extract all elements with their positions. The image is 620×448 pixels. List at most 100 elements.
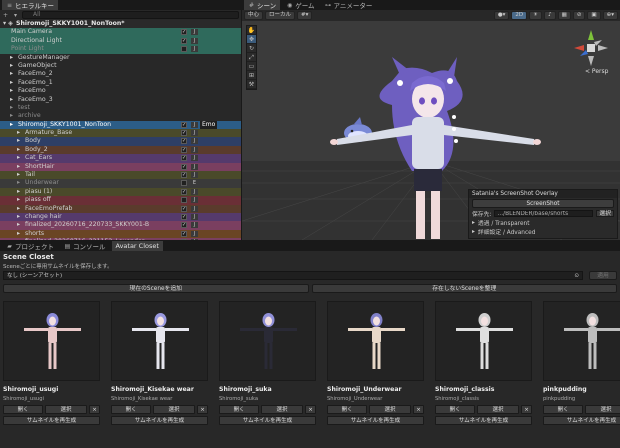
active-checkbox[interactable]: ✓ <box>181 146 187 153</box>
regenerate-thumbnail-button[interactable]: サムネイルを再生成 <box>111 416 208 425</box>
hierarchy-item[interactable]: ▸ FaceEmo_3 <box>0 96 241 104</box>
transform-tool-icon[interactable]: ⊞ <box>247 71 256 80</box>
hierarchy-item-tag[interactable]: J <box>191 239 198 240</box>
hierarchy-item-tag[interactable]: J <box>191 197 198 204</box>
tab-hierarchy[interactable]: ≡ ヒエラルキー <box>2 0 58 10</box>
card-thumbnail[interactable] <box>111 301 208 381</box>
save-path-field[interactable]: …/BLENDER/base/shorts <box>494 210 594 217</box>
hierarchy-item[interactable]: ▸ change hair ✓ J <box>0 212 241 222</box>
chevron-down-icon[interactable]: ▾ <box>12 12 19 19</box>
tab-scene[interactable]: # シーン <box>244 0 281 10</box>
remove-button[interactable]: × <box>521 405 532 414</box>
hierarchy-item-tag[interactable]: J <box>191 37 198 44</box>
open-button[interactable]: 開く <box>327 405 367 414</box>
hierarchy-item[interactable]: ▸ archive <box>0 112 241 120</box>
regenerate-thumbnail-button[interactable]: サムネイルを再生成 <box>327 416 424 425</box>
remove-button[interactable]: × <box>89 405 100 414</box>
active-checkbox[interactable]: ✓ <box>181 239 187 240</box>
card-thumbnail[interactable] <box>3 301 100 381</box>
add-current-scene-button[interactable]: 現在のSceneを追加 <box>3 284 309 293</box>
tab-game[interactable]: ◉ ゲーム <box>282 0 318 11</box>
camera-settings-button[interactable]: ▣ <box>587 11 601 20</box>
hierarchy-item[interactable]: Directional Light ✓ J <box>0 36 241 46</box>
hierarchy-item[interactable]: ▸ Body ✓ J <box>0 137 241 146</box>
open-button[interactable]: 開く <box>543 405 583 414</box>
local-global-button[interactable]: ローカル <box>265 11 296 20</box>
scene-asset-dropdown[interactable]: なし (シーンアセット) ⊙ <box>3 271 583 280</box>
move-tool-icon[interactable]: ✥ <box>247 35 256 44</box>
hierarchy-item[interactable]: ▸ shorts ✓ J <box>0 229 241 239</box>
add-icon[interactable]: + <box>2 12 9 19</box>
hierarchy-item[interactable]: ▸ finalized_20260716_221152_Lavender ✓ J <box>0 238 241 240</box>
remove-button[interactable]: × <box>413 405 424 414</box>
card-thumbnail[interactable] <box>219 301 316 381</box>
select-button[interactable]: 選択 <box>585 405 620 414</box>
hierarchy-item-tag[interactable]: J <box>191 121 198 128</box>
rotate-tool-icon[interactable]: ↻ <box>247 44 256 53</box>
hierarchy-item-tag[interactable]: J <box>191 138 198 145</box>
scene-root-row[interactable]: ▾ ◈ Shiromoji_SKKY1001_NonToon* <box>0 20 241 29</box>
lighting-toggle[interactable]: ☀ <box>529 11 543 20</box>
hand-tool-icon[interactable]: ✋ <box>247 26 256 35</box>
active-checkbox[interactable]: ✓ <box>181 172 187 179</box>
open-button[interactable]: 開く <box>435 405 475 414</box>
hierarchy-item-tag[interactable]: J <box>191 29 198 36</box>
card-thumbnail[interactable] <box>435 301 532 381</box>
pivot-center-button[interactable]: 中心 <box>244 11 264 20</box>
hierarchy-item[interactable]: ▸ FaceEmoPrefab ✓ J <box>0 204 241 213</box>
save-path-select-button[interactable]: 選択 <box>596 210 614 217</box>
hierarchy-item[interactable]: ▸ Underwear E <box>0 179 241 188</box>
tab-project[interactable]: ▰ プロジェクト <box>2 241 58 252</box>
grid-snap-button[interactable]: #▾ <box>297 11 313 20</box>
active-checkbox[interactable] <box>181 180 187 187</box>
regenerate-thumbnail-button[interactable]: サムネイルを再生成 <box>435 416 532 425</box>
hierarchy-item[interactable]: ▸ Cat_Ears ✓ J <box>0 154 241 163</box>
regenerate-thumbnail-button[interactable]: サムネイルを再生成 <box>219 416 316 425</box>
hierarchy-item[interactable]: ▸ Tail ✓ J <box>0 171 241 180</box>
hierarchy-item-tag[interactable]: J <box>191 146 198 153</box>
effects-toggle[interactable]: ▦ <box>557 11 571 20</box>
hierarchy-item[interactable]: ▸ GestureManager <box>0 54 241 62</box>
hierarchy-item-tag[interactable]: J <box>191 46 198 53</box>
active-checkbox[interactable]: ✓ <box>181 222 187 229</box>
active-checkbox[interactable]: ✓ <box>181 37 187 44</box>
hidden-objects-toggle[interactable]: ⊘ <box>572 11 586 20</box>
scale-tool-icon[interactable]: ⤢ <box>247 53 256 62</box>
hierarchy-item-tag[interactable]: E <box>191 180 198 187</box>
hierarchy-item-tag[interactable]: J <box>191 230 198 237</box>
card-thumbnail[interactable] <box>327 301 424 381</box>
select-button[interactable]: 選択 <box>45 405 87 414</box>
apply-button[interactable]: 適用 <box>589 271 617 280</box>
emo-badge[interactable]: Emo <box>200 120 218 129</box>
hierarchy-item[interactable]: ▸ finalized_20260716_220733_SKKY001-B ✓ J <box>0 221 241 230</box>
hierarchy-item[interactable]: ▸ ShortHair ✓ J <box>0 162 241 172</box>
hierarchy-item-tag[interactable]: J <box>191 205 198 212</box>
active-checkbox[interactable]: ✓ <box>181 205 187 212</box>
cleanup-scenes-button[interactable]: 存在しないSceneを整理 <box>311 284 617 293</box>
tab-console[interactable]: ▤ コンソール <box>60 241 110 252</box>
hierarchy-item[interactable]: Point Light J <box>0 45 241 54</box>
mode-2d-button[interactable]: 2D <box>511 11 528 20</box>
active-checkbox[interactable]: ✓ <box>181 163 187 170</box>
hierarchy-item[interactable]: ▸ FaceEmo <box>0 87 241 95</box>
hierarchy-item-tag[interactable]: J <box>191 213 198 220</box>
active-checkbox[interactable]: ✓ <box>181 121 187 128</box>
active-checkbox[interactable] <box>181 197 187 204</box>
hierarchy-item[interactable]: ▸ GameObject <box>0 62 241 70</box>
card-thumbnail[interactable] <box>543 301 620 381</box>
rect-tool-icon[interactable]: ▭ <box>247 62 256 71</box>
select-button[interactable]: 選択 <box>261 405 303 414</box>
active-checkbox[interactable]: ✓ <box>181 130 187 137</box>
hierarchy-item-tag[interactable]: J <box>191 163 198 170</box>
target-icon[interactable]: ⊙ <box>574 272 579 280</box>
hierarchy-item[interactable]: ▸ FaceEmo_2 <box>0 70 241 78</box>
draw-mode-button[interactable]: ●▾ <box>493 11 510 20</box>
hierarchy-item[interactable]: ▸ piasu (1) ✓ J <box>0 187 241 197</box>
hierarchy-item[interactable]: ▸ piass off J <box>0 196 241 205</box>
remove-button[interactable]: × <box>197 405 208 414</box>
regenerate-thumbnail-button[interactable]: サムネイルを再生成 <box>3 416 100 425</box>
active-checkbox[interactable]: ✓ <box>181 155 187 162</box>
persp-label[interactable]: < Persp <box>585 68 608 75</box>
tab-avatar-closet[interactable]: Avatar Closet <box>111 241 163 251</box>
hierarchy-item-tag[interactable]: J <box>191 172 198 179</box>
